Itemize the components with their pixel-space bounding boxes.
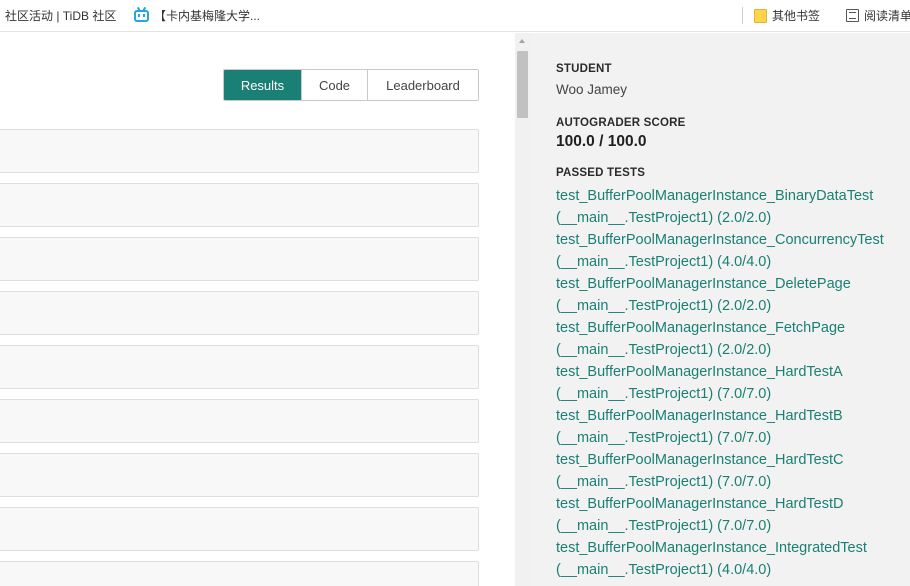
reading-list-button[interactable]: 阅读清单 [846, 0, 910, 31]
test-name-link[interactable]: test_BufferPoolManagerInstance_HardTestA [556, 361, 910, 383]
scrollbar-thumb[interactable] [517, 51, 528, 118]
test-score-link[interactable]: (__main__.TestProject1) (4.0/4.0) [556, 251, 910, 273]
passed-test-item[interactable]: test_BufferPoolManagerInstance_HardTestA… [556, 361, 910, 405]
bookmark-label: 【卡内基梅隆大学... [154, 9, 261, 23]
student-label: STUDENT [556, 63, 612, 75]
bookmark-label: 社区活动 | TiDB 社区 [5, 9, 117, 23]
test-name-link[interactable]: test_BufferPoolManagerInstance_HardTestD [556, 493, 910, 515]
test-score-link[interactable]: (__main__.TestProject1) (7.0/7.0) [556, 471, 910, 493]
test-result-row[interactable] [0, 507, 479, 551]
passed-tests-list: test_BufferPoolManagerInstance_BinaryDat… [556, 185, 910, 581]
test-score-link[interactable]: (__main__.TestProject1) (2.0/2.0) [556, 295, 910, 317]
tab-results[interactable]: Results [224, 70, 301, 100]
test-score-link[interactable]: (__main__.TestProject1) (4.0/4.0) [556, 559, 910, 581]
reading-list-label: 阅读清单 [864, 9, 910, 23]
test-result-row[interactable] [0, 237, 479, 281]
test-name-link[interactable]: test_BufferPoolManagerInstance_FetchPage [556, 317, 910, 339]
passed-tests-label: PASSED TESTS [556, 167, 646, 179]
tab-leaderboard[interactable]: Leaderboard [367, 70, 478, 100]
student-name: Woo Jamey [556, 82, 628, 97]
test-score-link[interactable]: (__main__.TestProject1) (7.0/7.0) [556, 427, 910, 449]
test-name-link[interactable]: test_BufferPoolManagerInstance_BinaryDat… [556, 185, 910, 207]
score-label: AUTOGRADER SCORE [556, 117, 686, 129]
test-name-link[interactable]: test_BufferPoolManagerInstance_HardTestB [556, 405, 910, 427]
test-name-link[interactable]: test_BufferPoolManagerInstance_DeletePag… [556, 273, 910, 295]
test-score-link[interactable]: (__main__.TestProject1) (2.0/2.0) [556, 207, 910, 229]
passed-test-item[interactable]: test_BufferPoolManagerInstance_FetchPage… [556, 317, 910, 361]
test-result-row[interactable] [0, 129, 479, 173]
passed-test-item[interactable]: test_BufferPoolManagerInstance_DeletePag… [556, 273, 910, 317]
test-result-row[interactable] [0, 183, 479, 227]
test-score-link[interactable]: (__main__.TestProject1) (7.0/7.0) [556, 383, 910, 405]
autograder-score: 100.0 / 100.0 [556, 133, 647, 150]
tab-code[interactable]: Code [301, 70, 367, 100]
test-score-link[interactable]: (__main__.TestProject1) (2.0/2.0) [556, 339, 910, 361]
folder-label: 其他书签 [772, 9, 821, 23]
scrollbar[interactable] [515, 33, 530, 586]
test-result-row[interactable] [0, 291, 479, 335]
bookmark-tidb-community[interactable]: 社区活动 | TiDB 社区 [5, 0, 116, 31]
test-name-link[interactable]: test_BufferPoolManagerInstance_Concurren… [556, 229, 910, 251]
passed-test-item[interactable]: test_BufferPoolManagerInstance_HardTestB… [556, 405, 910, 449]
test-result-row[interactable] [0, 345, 479, 389]
test-result-row[interactable] [0, 561, 479, 586]
bookmark-cmu-video[interactable]: 【卡内基梅隆大学... [134, 0, 260, 31]
reading-list-icon [846, 9, 859, 22]
test-name-link[interactable]: test_BufferPoolManagerInstance_Integrate… [556, 537, 910, 559]
passed-test-item[interactable]: test_BufferPoolManagerInstance_BinaryDat… [556, 185, 910, 229]
other-bookmarks-folder[interactable]: 其他书签 [754, 0, 820, 31]
test-result-row[interactable] [0, 453, 479, 497]
scroll-up-arrow-icon[interactable] [519, 39, 525, 43]
passed-test-item[interactable]: test_BufferPoolManagerInstance_HardTestD… [556, 493, 910, 537]
view-tabs: Results Code Leaderboard [223, 69, 479, 101]
submission-sidebar: STUDENT Woo Jamey AUTOGRADER SCORE 100.0… [530, 33, 910, 586]
passed-test-item[interactable]: test_BufferPoolManagerInstance_HardTestC… [556, 449, 910, 493]
test-result-list [0, 129, 479, 586]
bilibili-icon [134, 6, 149, 22]
test-score-link[interactable]: (__main__.TestProject1) (7.0/7.0) [556, 515, 910, 537]
folder-icon [754, 8, 767, 23]
test-name-link[interactable]: test_BufferPoolManagerInstance_HardTestC [556, 449, 910, 471]
passed-test-item[interactable]: test_BufferPoolManagerInstance_Integrate… [556, 537, 910, 581]
bookmarks-bar: 社区活动 | TiDB 社区 【卡内基梅隆大学... 其他书签 阅读清单 [0, 0, 910, 32]
test-result-row[interactable] [0, 399, 479, 443]
bookmarks-divider [742, 7, 743, 24]
passed-test-item[interactable]: test_BufferPoolManagerInstance_Concurren… [556, 229, 910, 273]
results-pane: Results Code Leaderboard [0, 33, 515, 586]
